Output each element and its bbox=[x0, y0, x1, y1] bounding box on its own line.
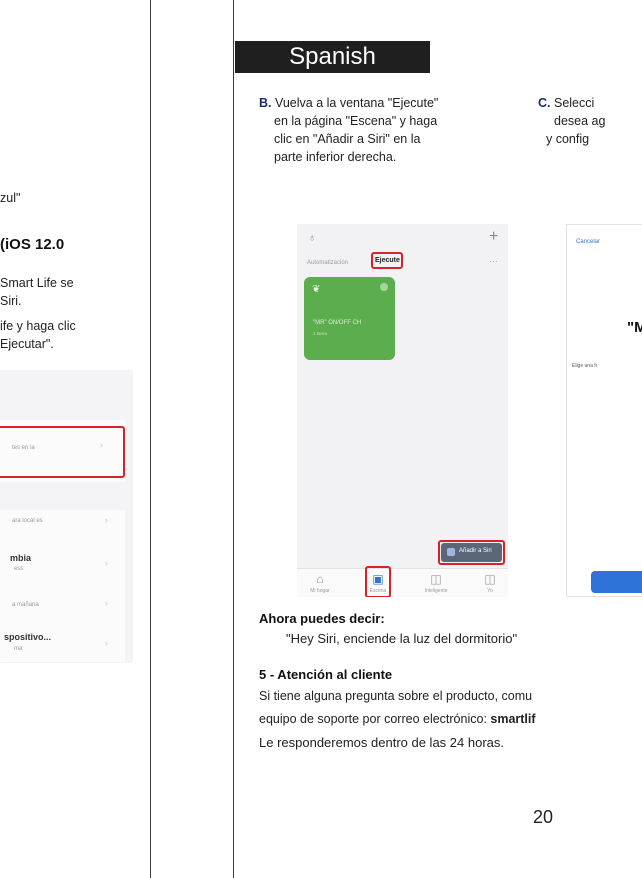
smart-icon: ◫ bbox=[430, 572, 442, 586]
step-b-text: B. Vuelva a la ventana "Ejecute" en la p… bbox=[259, 94, 519, 166]
left-para2-line2: Ejecutar". bbox=[0, 337, 54, 351]
support-line2: equipo de soporte por correo electrónico… bbox=[259, 711, 536, 728]
step-b-line1: Vuelva a la ventana "Ejecute" bbox=[274, 96, 439, 110]
screenshot-c: Cancelar "M Elige una fr bbox=[566, 224, 642, 597]
highlight-box bbox=[0, 426, 125, 478]
language-banner: Spanish bbox=[235, 41, 430, 73]
execute-highlight bbox=[371, 252, 403, 269]
left-app-screenshot: tes en la › ara local es › mbia ess › a … bbox=[0, 370, 133, 663]
chevron-right-icon: › bbox=[105, 598, 108, 608]
chevron-right-icon: › bbox=[105, 515, 108, 525]
now-say-label: Ahora puedes decir: bbox=[259, 611, 385, 626]
left-page-right-border bbox=[150, 0, 151, 878]
cancel-link[interactable]: Cancelar bbox=[576, 239, 600, 245]
language-label: Spanish bbox=[289, 43, 376, 70]
left-text-fragment: zul" bbox=[0, 191, 21, 205]
step-b-line4: parte inferior derecha. bbox=[274, 150, 397, 164]
support-line3: Le responderemos dentro de las 24 horas. bbox=[259, 735, 504, 750]
scene-subtitle: 1 tarea bbox=[313, 331, 328, 336]
step-b-line3: clic en "Añadir a Siri" en la bbox=[274, 132, 421, 146]
step-c-text: C. Selecci desea ag y config bbox=[538, 94, 642, 148]
confirm-button[interactable] bbox=[591, 571, 642, 593]
now-say-quote: "Hey Siri, enciende la luz del dormitori… bbox=[286, 631, 518, 646]
plus-icon: + bbox=[489, 228, 499, 245]
chevron-right-icon: › bbox=[105, 558, 108, 568]
leaf-icon: ❦ bbox=[312, 284, 321, 295]
step-c-line2: desea ag bbox=[554, 114, 606, 128]
tab-automation: Automatización bbox=[307, 260, 349, 266]
nav-home[interactable]: ⌂ Mi hogar bbox=[305, 572, 335, 595]
step-b-line2: en la página "Escena" y haga bbox=[274, 114, 438, 128]
shortcut-row2-text: ara local es bbox=[12, 518, 43, 524]
add-to-siri-highlight bbox=[438, 540, 505, 565]
shortcut-row4-text: a mañana bbox=[12, 602, 39, 608]
step-c-letter: C. bbox=[538, 96, 551, 110]
support-line2-prefix: equipo de soporte por correo electrónico… bbox=[259, 712, 491, 726]
shortcut-row5-title: spositivo... bbox=[4, 632, 52, 642]
scene-card: ❦ "MR" ON/OFF CH 1 tarea bbox=[304, 277, 395, 360]
left-para1-line1: Smart Life se bbox=[0, 276, 74, 290]
scene-tab-highlight bbox=[365, 566, 391, 597]
home-icon: ⌂ bbox=[316, 572, 324, 586]
page-number: 20 bbox=[533, 807, 554, 827]
scene-settings-icon bbox=[380, 283, 388, 291]
more-icon: ··· bbox=[489, 256, 498, 266]
screenshot-b: ♁ + Automatización Ejecute ··· ❦ "MR" ON… bbox=[297, 224, 508, 597]
left-para2-line1: ife y haga clic bbox=[0, 319, 76, 333]
left-heading-fragment: (iOS 12.0 bbox=[0, 236, 65, 253]
shortcut-row5-sub: ma bbox=[14, 646, 23, 652]
step-c-line1: Selecci bbox=[553, 96, 595, 110]
nav-smart[interactable]: ◫ Inteligente bbox=[421, 572, 451, 595]
nav-me[interactable]: ◫ Yo bbox=[475, 572, 505, 595]
step-b-letter: B. bbox=[259, 96, 272, 110]
left-para1-line2: Siri. bbox=[0, 294, 22, 308]
step-c-line3: y config bbox=[546, 132, 590, 146]
right-page-left-border bbox=[233, 0, 234, 878]
shortcut-row3-sub: ess bbox=[14, 566, 24, 572]
profile-icon: ◫ bbox=[484, 572, 496, 586]
user-icon: ♁ bbox=[308, 232, 317, 244]
chevron-right-icon: › bbox=[105, 638, 108, 648]
support-line1: Si tiene alguna pregunta sobre el produc… bbox=[259, 689, 533, 703]
scene-name: "MR" ON/OFF CH bbox=[313, 320, 362, 326]
support-email[interactable]: smartlif bbox=[490, 712, 535, 726]
shortcut-row3-title: mbia bbox=[10, 553, 32, 563]
siri-phrase-hint: Elige una fr bbox=[572, 363, 598, 369]
section-title: 5 - Atención al cliente bbox=[259, 667, 393, 682]
siri-phrase-title: "M bbox=[627, 319, 642, 336]
bottom-nav: ⌂ Mi hogar ▣ Escena ◫ Inteligente ◫ Yo bbox=[297, 566, 508, 597]
